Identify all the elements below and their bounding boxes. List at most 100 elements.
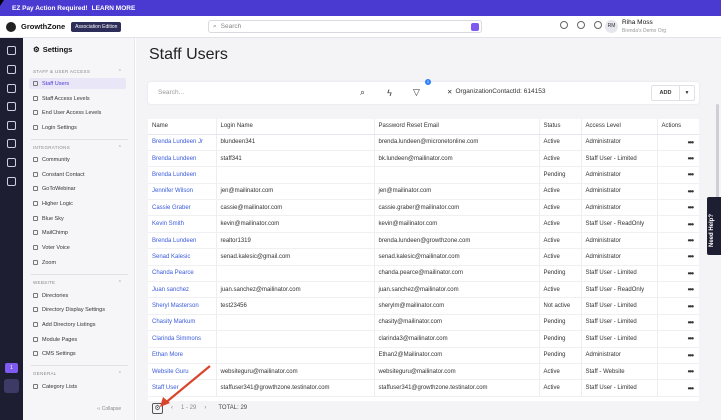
settings-rail-icon[interactable]	[4, 379, 19, 393]
filter-icon[interactable]: ▽	[411, 87, 422, 98]
sidebar-item-category-lists[interactable]: Category Lists	[29, 381, 126, 392]
table-row[interactable]: Website Guru websiteguru@mailinator.com we…	[148, 363, 699, 381]
website-icon[interactable]	[7, 158, 16, 167]
chevron-up-icon[interactable]: ⌃	[118, 280, 122, 286]
lightning-icon[interactable]: ϟ	[384, 88, 395, 98]
close-icon[interactable]: ✕	[447, 88, 452, 96]
user-avatar[interactable]: RM	[605, 20, 618, 33]
table-row[interactable]: Staff User staffuser341@growthzone.testin…	[148, 379, 699, 397]
communications-icon[interactable]	[7, 121, 16, 130]
table-row[interactable]: Ethan More Ethan2@Mailinator.com Pending Ad…	[148, 347, 699, 364]
row-actions-menu[interactable]: •••	[656, 330, 699, 348]
row-actions-menu[interactable]: •••	[656, 215, 699, 233]
chevron-up-icon[interactable]: ⌃	[118, 371, 122, 377]
row-actions-menu[interactable]: •••	[656, 379, 699, 397]
add-button[interactable]: ADD	[652, 86, 680, 100]
table-row[interactable]: Chasity Markum chasity@mailinator.com Pend…	[148, 314, 699, 332]
row-actions-menu[interactable]: •••	[656, 232, 699, 250]
contacts-icon[interactable]	[7, 65, 16, 74]
user-name-link[interactable]: Clarinda Simmons	[148, 330, 216, 348]
sidebar-item-voter-voice[interactable]: Voter Voice	[29, 242, 126, 253]
collapse-button[interactable]: ‹‹ Collapse	[97, 406, 121, 412]
row-actions-menu[interactable]: •••	[656, 248, 699, 266]
filter-chip[interactable]: ✕ OrganizationContactId: 614153	[447, 88, 545, 96]
user-name-link[interactable]: Chanda Pearce	[148, 265, 216, 283]
need-help-tab[interactable]: Need Help?	[707, 197, 721, 255]
sidebar-item-zoom[interactable]: Zoom	[29, 257, 126, 268]
table-row[interactable]: Kevin Smith kevin@mailinator.com kevin@mai…	[148, 215, 699, 233]
row-actions-menu[interactable]: •••	[656, 150, 699, 168]
ai-search-badge-icon[interactable]	[471, 23, 479, 31]
user-name-link[interactable]: Juan sanchez	[148, 281, 216, 299]
user-name-link[interactable]: Senad Kalesic	[148, 248, 216, 266]
row-actions-menu[interactable]: •••	[656, 134, 699, 151]
next-page-icon[interactable]: ›	[204, 405, 206, 411]
global-search-input[interactable]: ⌕ Search	[208, 20, 482, 33]
row-actions-menu[interactable]: •••	[656, 199, 699, 217]
chevron-up-icon[interactable]: ⌃	[118, 69, 122, 75]
column-header[interactable]: Actions	[656, 119, 699, 135]
sidebar-item-higher-logic[interactable]: Higher Logic	[29, 198, 126, 209]
sidebar-item-mailchimp[interactable]: MailChimp	[29, 227, 126, 238]
user-name-link[interactable]: Brenda Lundeen	[148, 150, 216, 168]
table-row[interactable]: Sheryl Masterson test23456 sherylm@mailina…	[148, 297, 699, 315]
user-name-link[interactable]: Brenda Lundeen	[148, 232, 216, 250]
home-icon[interactable]	[7, 46, 16, 55]
column-header[interactable]: Access Level	[580, 119, 657, 135]
user-name-link[interactable]: Jennifer Wilson	[148, 183, 216, 201]
sidebar-item-add-directory-listings[interactable]: Add Directory Listings	[29, 319, 126, 330]
row-actions-menu[interactable]: •••	[656, 297, 699, 315]
sidebar-item-directories[interactable]: Directories	[29, 290, 126, 301]
table-row[interactable]: Brenda Lundeen staff341 bk.lundeen@mailina…	[148, 150, 699, 168]
store-icon[interactable]	[7, 139, 16, 148]
user-name-link[interactable]: Sheryl Masterson	[148, 297, 216, 315]
row-actions-menu[interactable]: •••	[656, 281, 699, 299]
table-row[interactable]: Senad Kalesic senad.kalesic@gmail.com sena…	[148, 248, 699, 266]
prev-page-icon[interactable]: ‹	[171, 405, 173, 411]
table-row[interactable]: Juan sanchez juan.sanchez@mailinator.com j…	[148, 281, 699, 299]
settings-gear-icon[interactable]	[594, 21, 602, 29]
table-row[interactable]: Brenda Lundeen Jr blundeen341 brenda.lunde…	[148, 134, 699, 151]
grid-settings-gear-icon[interactable]: ⚙	[152, 402, 163, 414]
sidebar-item-cms-settings[interactable]: CMS Settings	[29, 348, 126, 359]
sidebar-item-login-settings[interactable]: Login Settings	[29, 122, 126, 133]
row-actions-menu[interactable]: •••	[656, 363, 699, 381]
table-row[interactable]: Brenda Lundeen realtor1319 brenda.lundeen@…	[148, 232, 699, 250]
user-name-link[interactable]: Ethan More	[148, 347, 216, 364]
user-name-link[interactable]: Brenda Lundeen Jr	[148, 134, 216, 151]
table-row[interactable]: Brenda Lundeen Pending Administrator •••	[148, 166, 699, 184]
row-actions-menu[interactable]: •••	[656, 314, 699, 332]
reports-icon[interactable]	[7, 177, 16, 186]
sidebar-item-end-user-access-levels[interactable]: End User Access Levels	[29, 107, 126, 118]
user-name-link[interactable]: Kevin Smith	[148, 215, 216, 233]
history-icon[interactable]	[560, 21, 568, 29]
sidebar-item-blue-sky[interactable]: Blue Sky	[29, 213, 126, 224]
sidebar-item-staff-access-levels[interactable]: Staff Access Levels	[29, 93, 126, 104]
row-actions-menu[interactable]: •••	[656, 265, 699, 283]
row-actions-menu[interactable]: •••	[656, 183, 699, 201]
sidebar-item-community[interactable]: Community	[29, 154, 126, 165]
user-name-link[interactable]: Chasity Markum	[148, 314, 216, 332]
row-actions-menu[interactable]: •••	[656, 166, 699, 184]
user-name-link[interactable]: Cassie Graber	[148, 199, 216, 217]
column-header[interactable]: Login Name	[215, 119, 374, 135]
events-icon[interactable]	[7, 102, 16, 111]
help-icon[interactable]	[577, 21, 585, 29]
column-header[interactable]: Password Reset Email	[373, 119, 539, 135]
user-name-link[interactable]: Website Guru	[148, 363, 216, 381]
growthzone-logo-icon[interactable]	[6, 21, 16, 32]
learn-more-link[interactable]: LEARN MORE	[92, 5, 136, 12]
add-button-group[interactable]: ADD ▼	[651, 85, 695, 101]
caret-down-icon[interactable]: ▼	[680, 86, 694, 100]
table-row[interactable]: Chanda Pearce chanda.pearce@mailinator.co…	[148, 265, 699, 283]
table-row[interactable]: Cassie Graber cassie@mailinator.com cassie…	[148, 199, 699, 217]
table-row[interactable]: Jennifer Wilson jen@mailinator.com jen@mai…	[148, 183, 699, 201]
column-header[interactable]: Status	[538, 119, 581, 135]
sidebar-item-gotowebinar[interactable]: GoToWebinar	[29, 183, 126, 194]
table-row[interactable]: Clarinda Simmons clarinda3@mailinator.com…	[148, 330, 699, 348]
notification-count-badge[interactable]: 1	[5, 363, 18, 373]
search-icon[interactable]: ⌕	[357, 87, 368, 98]
grid-search-input[interactable]: Search...	[158, 89, 184, 96]
chevron-up-icon[interactable]: ⌃	[118, 145, 122, 151]
sidebar-item-module-pages[interactable]: Module Pages	[29, 334, 126, 345]
